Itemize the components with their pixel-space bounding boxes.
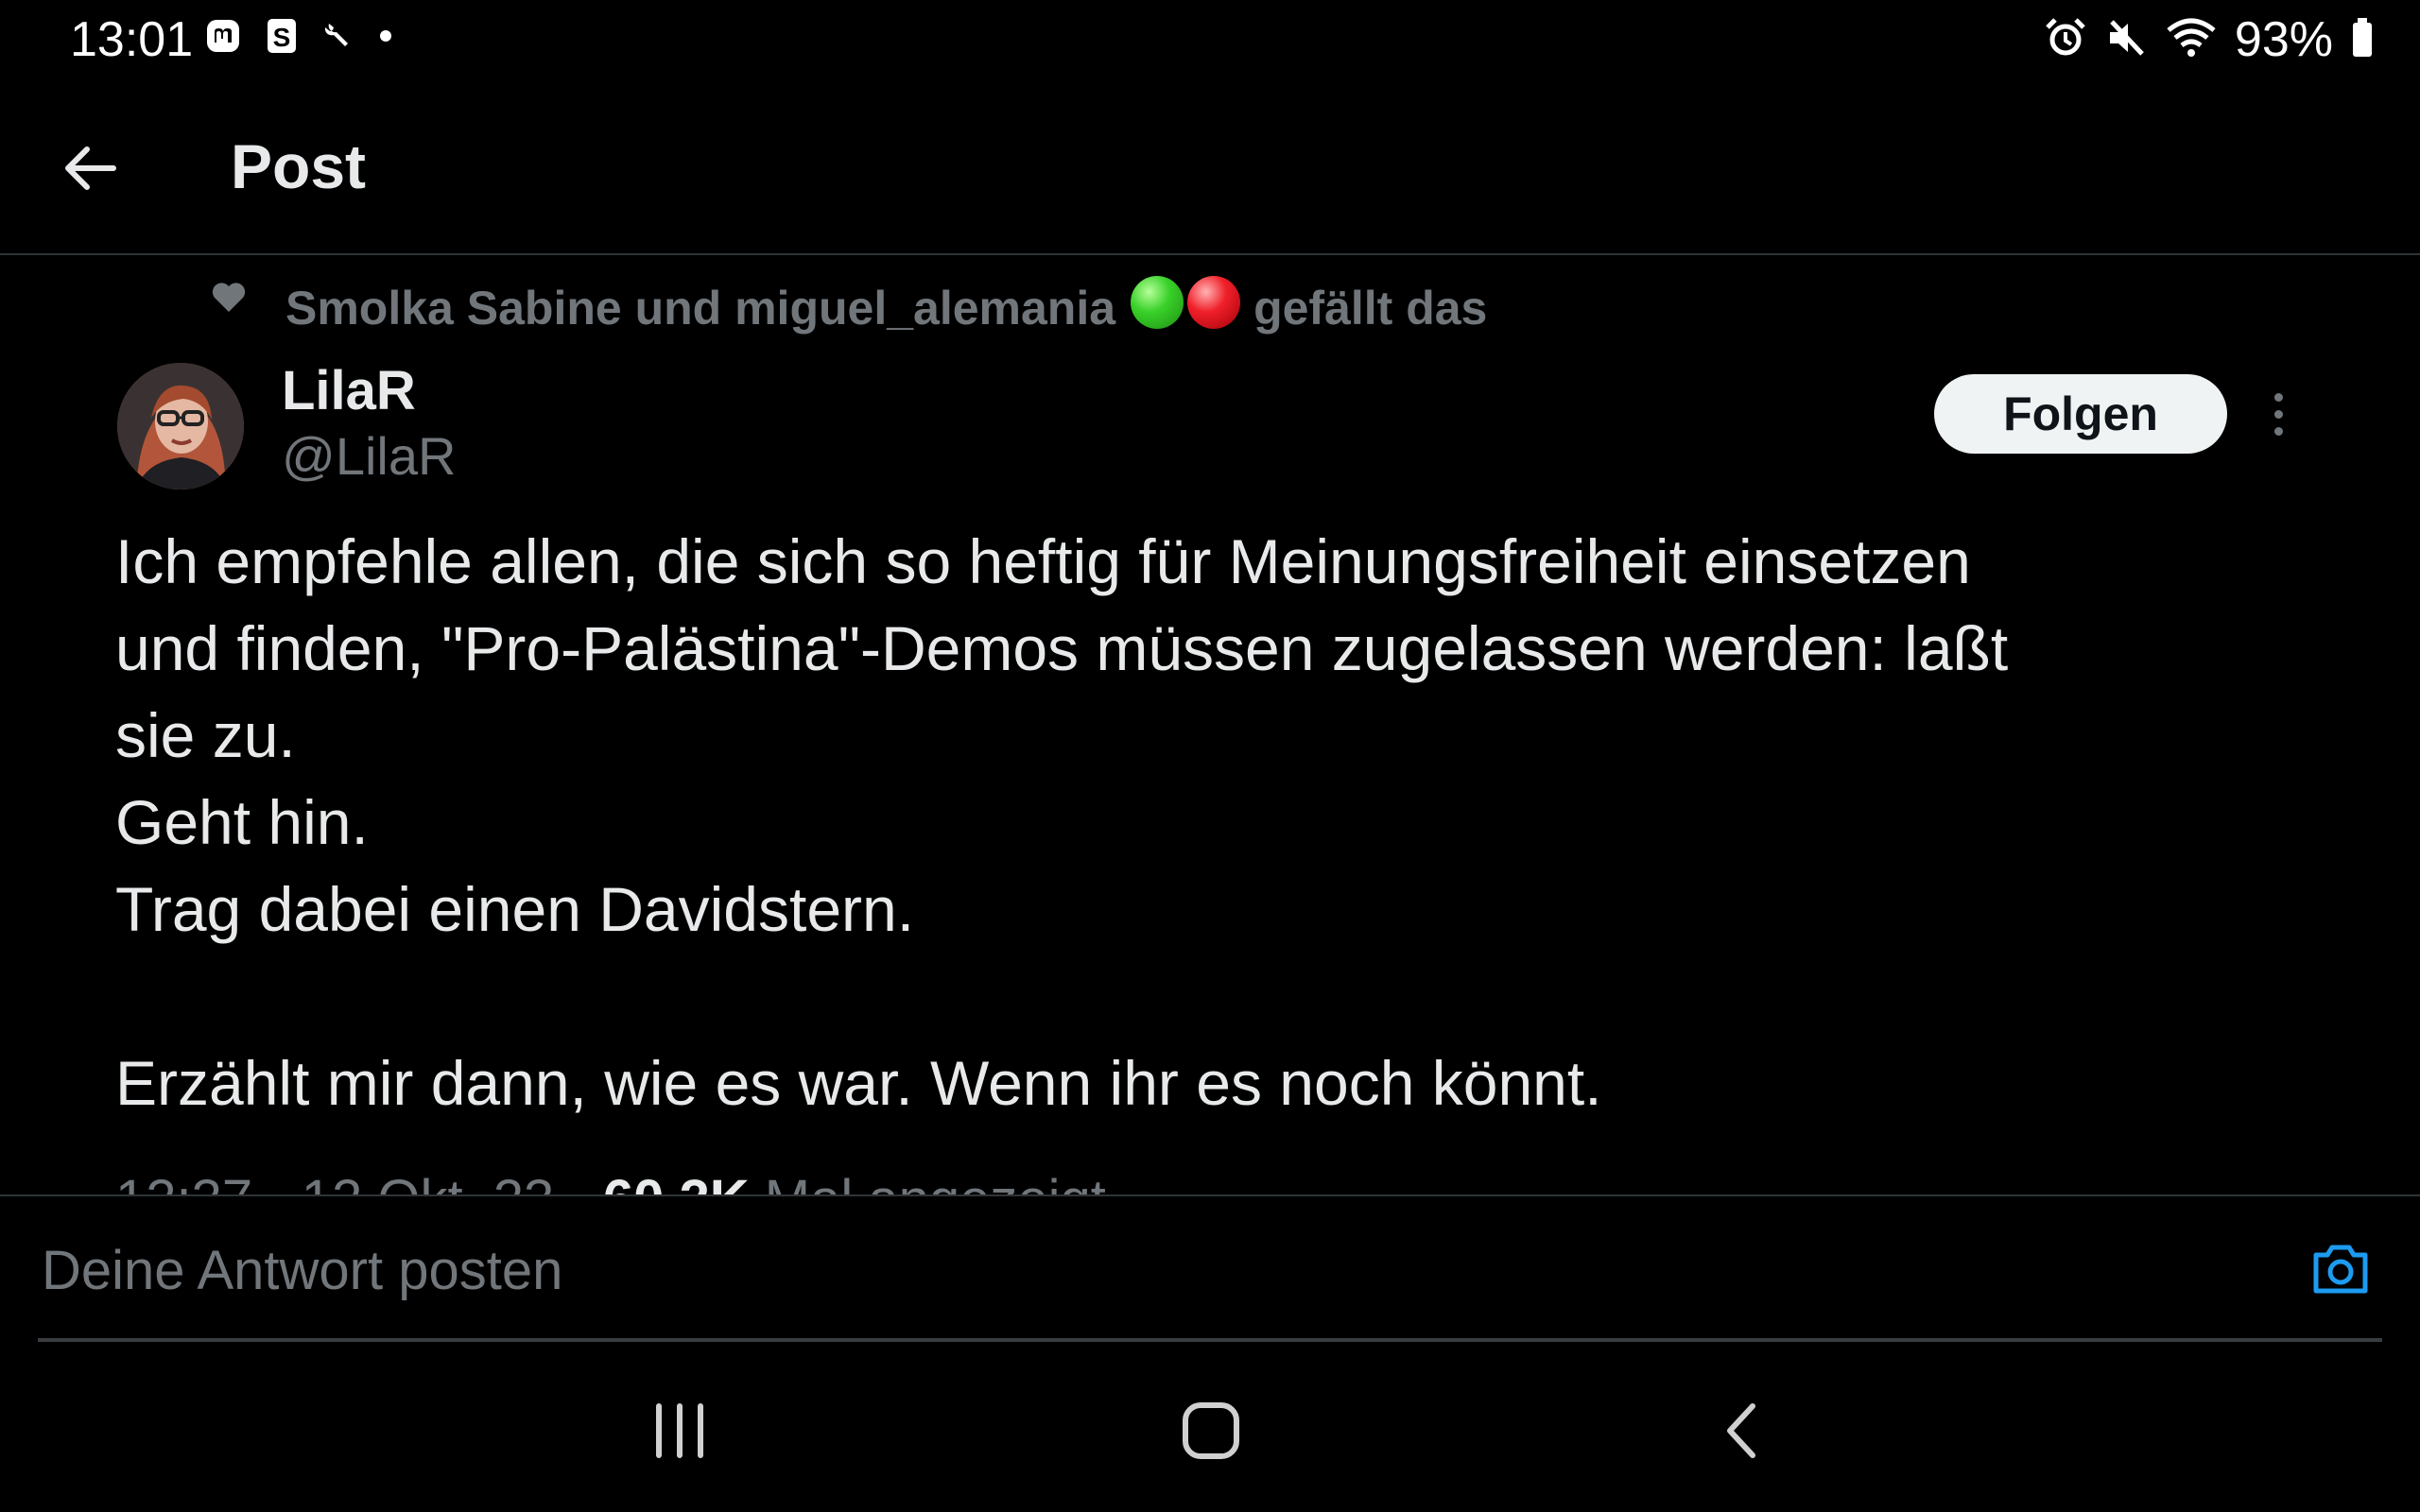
tweet-meta: 12:37 · 12 Okt. 23 · 60,2K Mal angezeigt <box>115 1168 2318 1194</box>
status-left-icons: S <box>204 17 393 60</box>
wrench-icon <box>321 20 354 57</box>
arrow-left-icon <box>60 138 121 203</box>
more-dot <box>2273 409 2283 419</box>
home-icon <box>1181 1400 1241 1466</box>
more-vertical-icon <box>2273 392 2283 402</box>
liked-by-suffix: gefällt das <box>1253 282 1488 335</box>
tweet-line: Erzählt mir dann, wie es war. Wenn ihr e… <box>115 1048 1602 1118</box>
top-app-bar: Post <box>0 91 2420 255</box>
tweet-line: sie zu. <box>115 700 296 770</box>
tweet-line: Geht hin. <box>115 787 369 857</box>
battery-percent: 93% <box>2234 12 2333 67</box>
liked-by-names: Smolka Sabine und miguel_alemania <box>285 282 1116 335</box>
dot-icon <box>378 28 393 48</box>
green-circle-emoji <box>1129 276 1185 340</box>
navigation-bar <box>0 1351 2420 1512</box>
tweet-time: 12:37 <box>115 1169 252 1194</box>
reply-input[interactable] <box>40 1236 2218 1304</box>
reply-divider <box>38 1338 2382 1342</box>
battery-icon <box>2350 16 2375 64</box>
s-app-icon: S <box>267 17 297 60</box>
author-name[interactable]: LilaR <box>282 359 416 422</box>
camera-button[interactable] <box>2307 1234 2375 1302</box>
svg-text:S: S <box>273 23 291 52</box>
tweet-date: 12 Okt. 23 <box>302 1169 555 1194</box>
heart-icon <box>210 278 248 316</box>
mute-icon <box>2104 16 2148 64</box>
status-bar: 13:01 S 93% <box>0 0 2420 79</box>
author-handle[interactable]: @LilaR <box>282 425 456 487</box>
recents-button[interactable] <box>637 1395 722 1470</box>
home-button[interactable] <box>1168 1395 1253 1470</box>
meta-separator: · <box>268 1169 301 1194</box>
nav-back-button[interactable] <box>1700 1395 1785 1470</box>
alarm-icon <box>2044 16 2087 64</box>
camera-icon <box>2307 1245 2375 1306</box>
tweet-line: Trag dabei einen Davidstern. <box>115 874 915 944</box>
tweet-meta-line: 12:37 · 12 Okt. 23 · 60,2K Mal angezeigt <box>115 1168 1106 1194</box>
tweet-line: und finden, "Pro-Palästina"-Demos müssen… <box>115 613 2009 683</box>
more-options-button[interactable] <box>2250 378 2307 450</box>
follow-button[interactable]: Folgen <box>1934 374 2227 454</box>
tweet-views-label: Mal angezeigt <box>765 1169 1106 1194</box>
back-button[interactable] <box>53 132 129 208</box>
meta-separator: · <box>569 1169 602 1194</box>
more-dot <box>2273 426 2283 436</box>
tweet-text: Ich empfehle allen, die sich so heftig f… <box>115 518 2318 1126</box>
tweet-line: Ich empfehle allen, die sich so heftig f… <box>115 526 1971 596</box>
tweet-paragraph-gap <box>115 953 2318 1040</box>
red-circle-emoji <box>1185 276 1253 340</box>
liked-by-context[interactable]: Smolka Sabine und miguel_alemania gefäll… <box>210 272 1487 344</box>
page-title: Post <box>231 131 367 201</box>
reply-bar <box>0 1194 2420 1342</box>
recents-icon <box>651 1400 708 1466</box>
status-right-icons: 93% <box>2044 11 2375 68</box>
nav-back-icon <box>1719 1400 1766 1466</box>
liked-by-text: Smolka Sabine und miguel_alemania gefäll… <box>285 276 1487 340</box>
status-time: 13:01 <box>70 12 194 67</box>
wifi-icon <box>2165 16 2218 64</box>
mastodon-icon <box>204 17 242 60</box>
tweet-views-count: 60,2K <box>603 1169 750 1194</box>
avatar[interactable] <box>117 363 244 490</box>
